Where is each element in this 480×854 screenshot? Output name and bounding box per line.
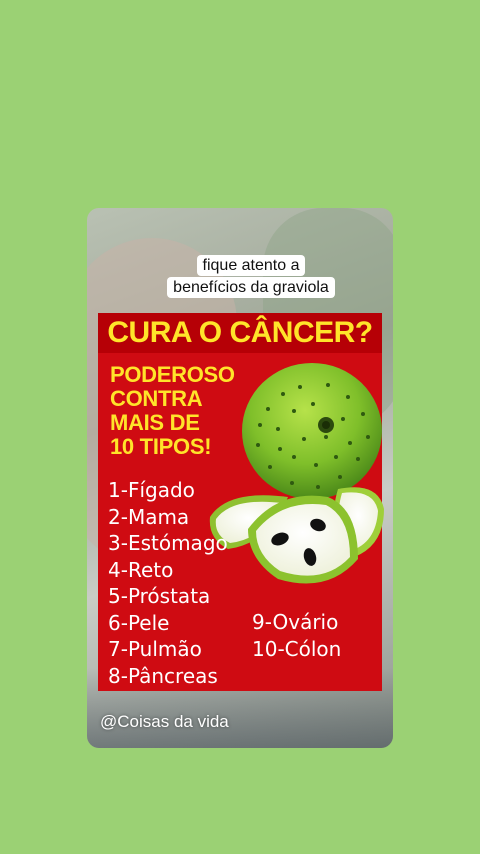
list-item: 8-Pâncreas bbox=[108, 663, 218, 688]
list-item: 3-Estómago bbox=[108, 531, 228, 555]
list-item: 2-Mama bbox=[108, 504, 190, 529]
soursop-fruit-illustration bbox=[209, 363, 384, 584]
caption-line-1: fique atento a bbox=[196, 255, 306, 276]
list-item: 10-Cólon bbox=[252, 636, 342, 661]
list-item: 5-Próstata bbox=[108, 584, 211, 608]
list-item: 4-Reto bbox=[108, 557, 174, 582]
list-item: 7-Pulmão bbox=[108, 637, 202, 661]
organ-list-right: 9-Ovário 10-Cólon bbox=[252, 609, 341, 662]
organ-list: 1-Fígado 2-Mama 3-Estómago 4-Reto 5-Prós… bbox=[108, 477, 228, 689]
caption-overlay: fique atento a benefícios da graviola bbox=[156, 255, 346, 299]
list-item: 9-Ovário bbox=[252, 610, 339, 634]
creator-watermark: @Coisas da vida bbox=[100, 712, 229, 731]
list-item: 1-Fígado bbox=[108, 478, 195, 502]
caption-line-2: benefícios da graviola bbox=[167, 277, 335, 298]
infographic-poster: CURA O CÂNCER? PODEROSO CONTRA MAIS DE 1… bbox=[98, 313, 384, 691]
poster-headline: CURA O CÂNCER? bbox=[98, 313, 382, 353]
list-item: 6-Pele bbox=[108, 610, 170, 635]
